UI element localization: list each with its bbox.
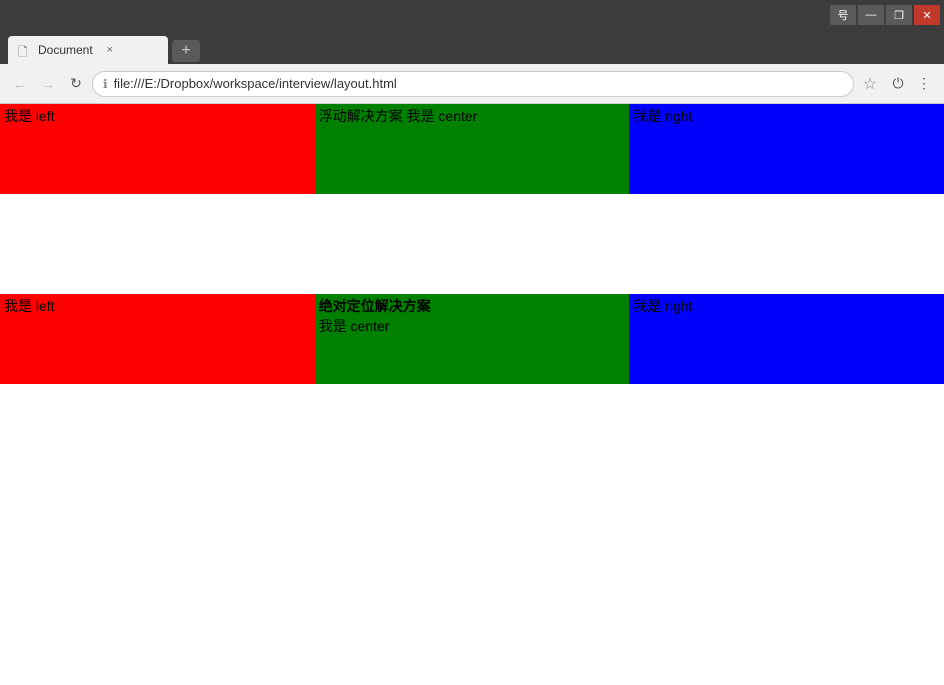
abs-left-text: 我是 left <box>4 298 55 314</box>
power-button[interactable]: ⏻ <box>886 72 910 96</box>
float-center-block: 浮动解决方案 我是 center <box>315 104 630 194</box>
secure-icon: ℹ <box>103 77 108 91</box>
abs-center-block: 绝对定位解决方案 我是 center <box>315 294 630 384</box>
browser-menu-icons: ⏻ ⋮ <box>886 72 936 96</box>
bookmark-button[interactable]: ☆ <box>858 72 882 96</box>
page-content: 我是 left 浮动解决方案 我是 center 我是 right 我是 lef… <box>0 104 944 685</box>
new-tab-button[interactable]: + <box>172 40 200 62</box>
float-container: 我是 left 浮动解决方案 我是 center 我是 right <box>0 104 944 194</box>
address-bar[interactable]: ℹ file:///E:/Dropbox/workspace/interview… <box>92 71 854 97</box>
absolute-layout-section: 我是 left 绝对定位解决方案 我是 center 我是 right <box>0 294 944 384</box>
title-bar-controls: 号 — ❐ ✕ <box>830 5 940 25</box>
address-bar-row: ← → ↻ ℹ file:///E:/Dropbox/workspace/int… <box>0 64 944 104</box>
page-footer-space <box>0 384 944 584</box>
more-menu-button[interactable]: ⋮ <box>912 72 936 96</box>
abs-center-label: 绝对定位解决方案 <box>319 296 626 316</box>
title-bar-extra-button[interactable]: 号 <box>830 5 856 25</box>
browser-tab[interactable]: 🗋 Document × <box>8 36 168 64</box>
float-center-text: 我是 center <box>407 108 478 124</box>
float-left-text: 我是 left <box>4 108 55 124</box>
abs-center-text: 我是 center <box>319 316 626 336</box>
title-bar-minimize-button[interactable]: — <box>858 5 884 25</box>
section-gap-1 <box>0 194 944 294</box>
float-center-label: 浮动解决方案 <box>319 108 403 124</box>
title-bar-close-button[interactable]: ✕ <box>914 5 940 25</box>
address-text: file:///E:/Dropbox/workspace/interview/l… <box>114 76 843 91</box>
float-left-block: 我是 left <box>0 104 315 194</box>
abs-right-text: 我是 right <box>633 298 692 314</box>
float-layout-section: 我是 left 浮动解决方案 我是 center 我是 right <box>0 104 944 194</box>
abs-left-block: 我是 left <box>0 294 315 384</box>
browser-window: 号 — ❐ ✕ 🗋 Document × + ← → ↻ ℹ file:///E… <box>0 0 944 685</box>
abs-right-block: 我是 right <box>629 294 944 384</box>
tab-page-icon: 🗋 <box>18 43 32 57</box>
title-bar-restore-button[interactable]: ❐ <box>886 5 912 25</box>
refresh-button[interactable]: ↻ <box>64 72 88 96</box>
tab-bar: 🗋 Document × + <box>0 30 944 64</box>
tab-title: Document <box>38 43 93 57</box>
forward-button[interactable]: → <box>36 72 60 96</box>
tab-close-button[interactable]: × <box>103 43 117 57</box>
float-right-block: 我是 right <box>629 104 944 194</box>
back-button[interactable]: ← <box>8 72 32 96</box>
title-bar: 号 — ❐ ✕ <box>0 0 944 30</box>
float-right-text: 我是 right <box>633 108 692 124</box>
